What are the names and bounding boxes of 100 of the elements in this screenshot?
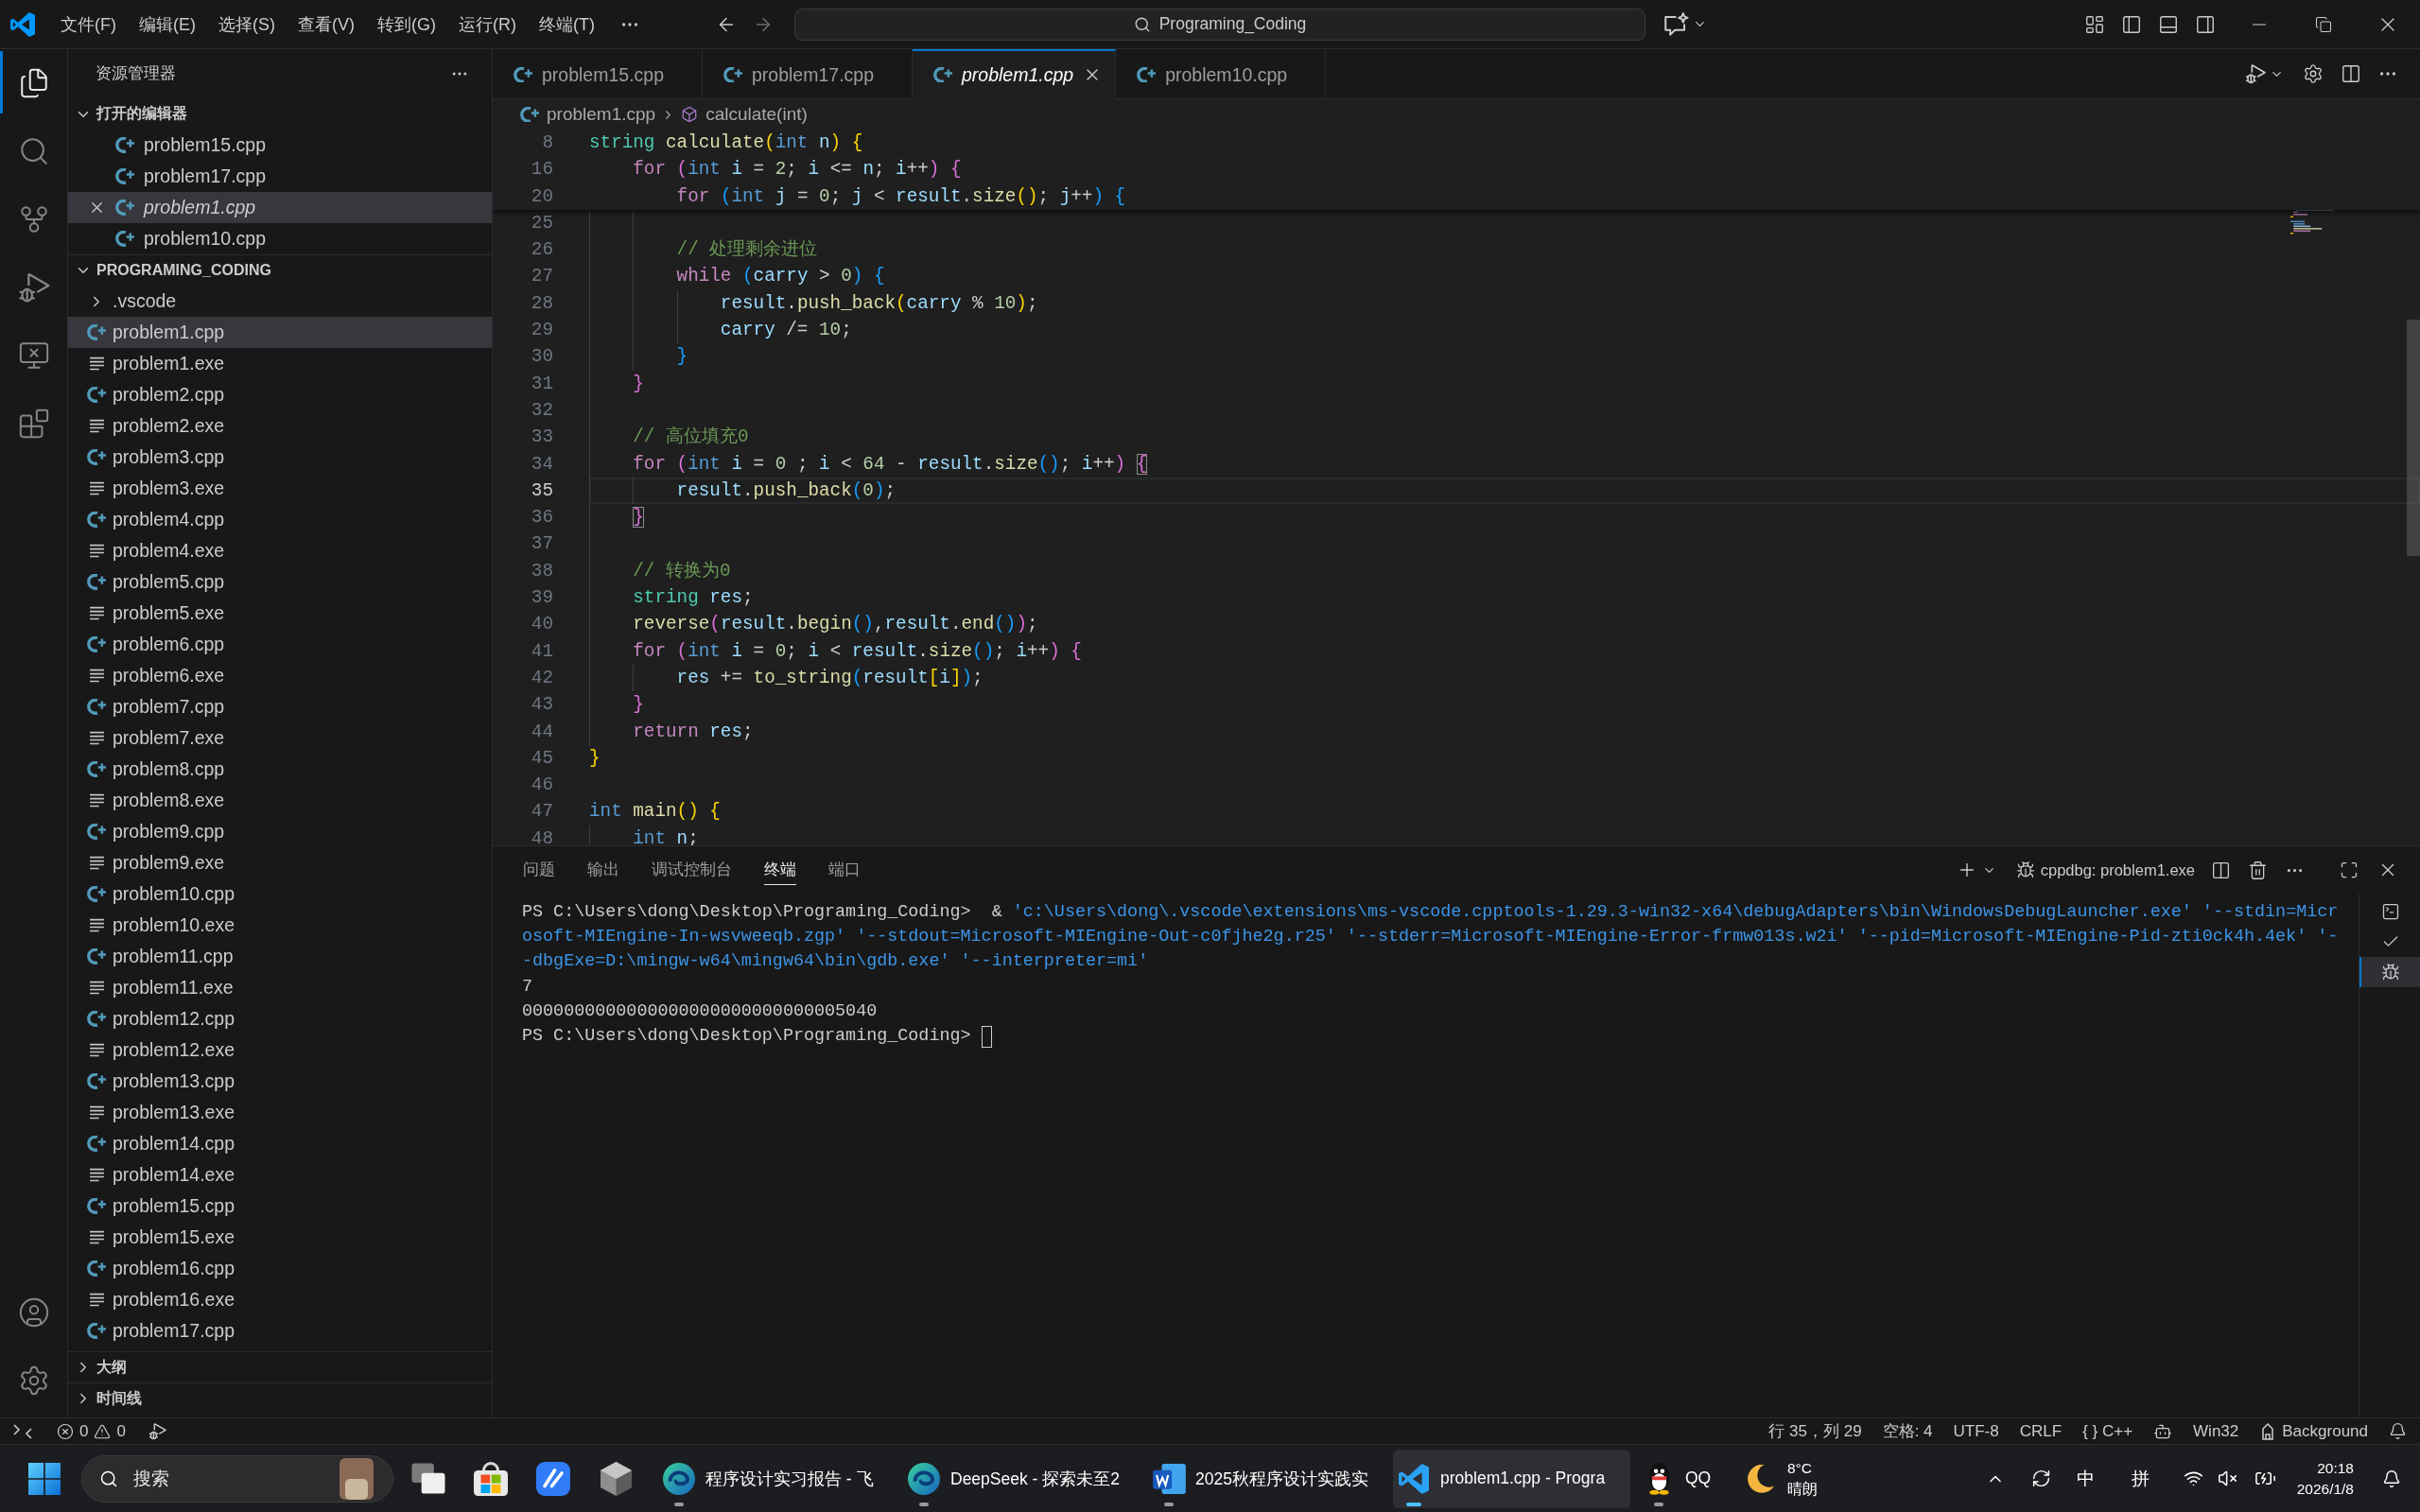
panel-bottom-icon[interactable] xyxy=(2158,13,2179,35)
file-item[interactable]: problem4.exe xyxy=(68,535,492,566)
taskbar-window-button[interactable]: 2025秋程序设计实践实 xyxy=(1148,1449,1385,1508)
menu-item[interactable]: 文件(F) xyxy=(49,7,128,42)
open-editor-item[interactable]: problem17.cpp xyxy=(68,161,492,192)
editor-tab[interactable]: problem10.cpp xyxy=(1116,49,1327,99)
file-item[interactable]: problem7.cpp xyxy=(68,691,492,722)
warning-count[interactable]: 0 xyxy=(116,1421,126,1441)
open-editor-item[interactable]: problem15.cpp xyxy=(68,130,492,161)
editor-tab[interactable]: problem15.cpp xyxy=(493,49,703,99)
file-item[interactable]: problem11.exe xyxy=(68,972,492,1003)
terminal-selector[interactable]: cppdbg: problem1.exe xyxy=(2015,860,2195,879)
restore-icon[interactable] xyxy=(2315,15,2332,33)
maximize-icon[interactable] xyxy=(2340,860,2359,879)
status-item[interactable]: { } C++ xyxy=(2082,1421,2133,1441)
menu-item[interactable]: 查看(V) xyxy=(287,7,366,42)
notification-bell-icon[interactable] xyxy=(2382,1469,2401,1488)
taskbar-window-button[interactable]: DeepSeek - 探索未至2 xyxy=(903,1449,1140,1508)
breadcrumb-item[interactable]: problem1.cpp xyxy=(520,104,656,125)
warning-icon[interactable] xyxy=(94,1422,112,1440)
file-item[interactable]: problem10.exe xyxy=(68,910,492,941)
terminal-tab[interactable] xyxy=(2359,957,2420,987)
status-item[interactable]: Background xyxy=(2259,1421,2368,1441)
file-item[interactable]: problem9.cpp xyxy=(68,816,492,847)
file-item[interactable]: problem7.exe xyxy=(68,722,492,754)
status-item[interactable]: Win32 xyxy=(2193,1421,2239,1441)
menu-item[interactable]: 运行(R) xyxy=(447,7,528,42)
file-item[interactable]: problem2.cpp xyxy=(68,379,492,410)
panel-tab[interactable]: 问题 xyxy=(523,855,555,885)
input-language[interactable]: 中 xyxy=(2076,1466,2095,1491)
taskbar-window-button[interactable]: QQ xyxy=(1638,1449,1727,1508)
open-editor-item[interactable]: problem10.cpp xyxy=(68,223,492,254)
menu-item[interactable]: 转到(G) xyxy=(366,7,447,42)
file-item[interactable]: problem2.exe xyxy=(68,410,492,442)
file-item[interactable]: problem16.cpp xyxy=(68,1253,492,1284)
status-item[interactable]: 行 35，列 29 xyxy=(1768,1420,1862,1442)
input-mode[interactable]: 拼 xyxy=(2131,1466,2150,1491)
file-item[interactable]: problem13.cpp xyxy=(68,1066,492,1097)
trash-icon[interactable] xyxy=(2248,860,2268,880)
file-item[interactable]: problem1.cpp xyxy=(68,317,492,348)
file-item[interactable]: problem12.exe xyxy=(68,1034,492,1066)
scrollbar-thumb[interactable] xyxy=(2407,320,2420,556)
file-item[interactable]: problem14.cpp xyxy=(68,1128,492,1159)
clock-time[interactable]: 20:18 xyxy=(2317,1457,2354,1479)
file-item[interactable]: problem17.cpp xyxy=(68,1315,492,1347)
blocks-icon[interactable] xyxy=(17,408,50,440)
editor-tab[interactable]: problem1.cpp xyxy=(913,49,1117,99)
file-item[interactable]: problem8.cpp xyxy=(68,754,492,785)
file-item[interactable]: problem16.exe xyxy=(68,1284,492,1315)
status-item[interactable]: 空格: 4 xyxy=(1882,1420,1933,1442)
taskbar-window-button[interactable]: problem1.cpp - Progra xyxy=(1393,1449,1630,1508)
chevrons-icon[interactable] xyxy=(13,1423,32,1439)
error-icon[interactable] xyxy=(57,1422,74,1440)
file-item[interactable]: problem15.exe xyxy=(68,1222,492,1253)
logo-icon[interactable] xyxy=(10,11,35,37)
breadcrumb-item[interactable]: calculate(int) xyxy=(681,104,808,125)
split-editor-icon[interactable] xyxy=(2341,63,2361,84)
folder-item[interactable]: .vscode xyxy=(68,286,492,317)
editor-tab[interactable]: problem17.cpp xyxy=(703,49,913,99)
taskbar-window-button[interactable]: 程序设计实习报告 - 飞 xyxy=(658,1449,896,1508)
file-item[interactable]: problem15.cpp xyxy=(68,1190,492,1222)
file-item[interactable]: problem3.exe xyxy=(68,473,492,504)
sync-icon[interactable] xyxy=(2030,1469,2051,1488)
clock-date[interactable]: 2026/1/8 xyxy=(2296,1478,2354,1500)
file-item[interactable]: problem6.cpp xyxy=(68,629,492,660)
search-input[interactable]: 搜索 xyxy=(133,1468,324,1489)
panel-tab[interactable]: 端口 xyxy=(828,855,861,885)
file-item[interactable]: problem1.exe xyxy=(68,348,492,379)
settings-icon[interactable] xyxy=(2303,63,2324,84)
speaker-muted-icon[interactable] xyxy=(2217,1469,2237,1488)
play-bug-icon[interactable] xyxy=(148,1422,166,1440)
status-item[interactable]: CRLF xyxy=(2019,1421,2063,1441)
sidebar-right-icon[interactable] xyxy=(2195,13,2216,35)
bell-icon[interactable] xyxy=(2389,1422,2407,1440)
layout-icon[interactable] xyxy=(2084,13,2105,35)
status-item[interactable]: UTF-8 xyxy=(1953,1421,1999,1441)
file-item[interactable]: problem13.exe xyxy=(68,1097,492,1128)
panel-tab[interactable]: 终端 xyxy=(764,855,796,885)
section-header[interactable]: PROGRAMING_CODING xyxy=(68,254,492,286)
file-item[interactable]: problem4.cpp xyxy=(68,504,492,535)
file-item[interactable]: problem5.exe xyxy=(68,598,492,629)
open-editor-item[interactable]: problem1.cpp xyxy=(68,192,492,223)
file-item[interactable]: problem14.exe xyxy=(68,1159,492,1190)
split-terminal-icon[interactable] xyxy=(2211,860,2231,880)
panel-tab[interactable]: 调试控制台 xyxy=(652,855,732,885)
command-center[interactable]: Programing_Coding xyxy=(794,8,1645,41)
play-bug-icon[interactable] xyxy=(17,271,50,304)
file-item[interactable]: problem8.exe xyxy=(68,785,492,816)
menu-item[interactable]: 终端(T) xyxy=(528,7,606,42)
monitor-icon[interactable] xyxy=(17,339,50,372)
four-squares-icon[interactable] xyxy=(28,1462,61,1495)
file-item[interactable]: problem12.cpp xyxy=(68,1003,492,1034)
play-bug-icon[interactable] xyxy=(2245,63,2266,84)
menu-item[interactable]: 编辑(E) xyxy=(128,7,207,42)
menu-item[interactable]: 选择(S) xyxy=(207,7,287,42)
file-item[interactable]: problem9.exe xyxy=(68,847,492,878)
section-header[interactable]: 打开的编辑器 xyxy=(68,98,492,130)
moon-icon[interactable] xyxy=(1746,1464,1774,1493)
file-item[interactable]: problem6.exe xyxy=(68,660,492,691)
file-item[interactable]: problem10.cpp xyxy=(68,878,492,910)
